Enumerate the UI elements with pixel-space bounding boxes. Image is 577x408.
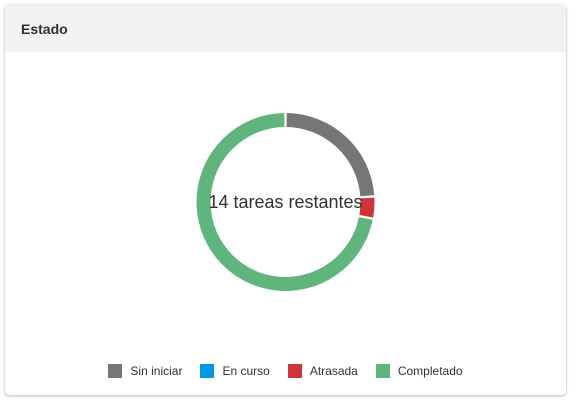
legend-swatch — [287, 364, 302, 378]
card-header: Estado — [5, 5, 566, 52]
legend-swatch — [375, 364, 390, 378]
remaining-tasks-label: 14 tareas restantes — [208, 192, 363, 212]
legend-label: Completado — [397, 364, 463, 378]
legend-item-atrasada[interactable]: Atrasada — [287, 364, 358, 378]
legend-item-sin-iniciar[interactable]: Sin iniciar — [108, 364, 182, 378]
legend-label: Sin iniciar — [130, 364, 183, 378]
legend-swatch — [200, 364, 215, 378]
donut-slice-sin-iniciar[interactable] — [286, 113, 375, 197]
status-card: Estado 14 tareas restantes Sin iniciar En… — [5, 5, 566, 395]
legend-label: Atrasada — [309, 364, 358, 378]
legend-item-en-curso[interactable]: En curso — [200, 364, 270, 378]
legend-item-completado[interactable]: Completado — [375, 364, 463, 378]
chart-legend: Sin iniciar En curso Atrasada Completado — [5, 364, 566, 378]
legend-swatch — [108, 364, 123, 378]
card-title: Estado — [21, 20, 68, 37]
legend-label: En curso — [222, 364, 270, 378]
donut-chart-area: 14 tareas restantes Sin iniciar En curso A… — [5, 52, 566, 395]
